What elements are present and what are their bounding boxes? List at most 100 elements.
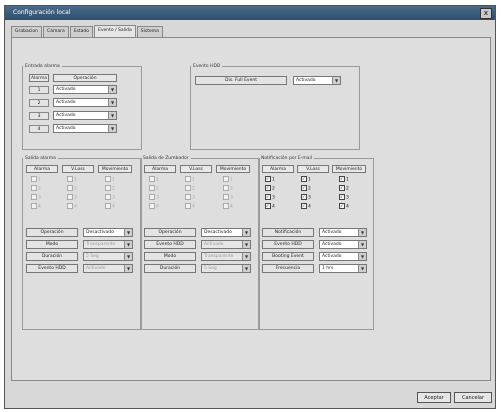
alarm-input-select[interactable]: Activado ▼ bbox=[53, 85, 117, 94]
alarm-checkbox[interactable]: 1 bbox=[31, 176, 41, 184]
checkbox-label: 3 bbox=[74, 195, 77, 201]
checkbox-icon: ✓ bbox=[301, 203, 307, 209]
alarm-checkbox[interactable]: 3 bbox=[149, 194, 159, 202]
hdd-full-event-select[interactable]: Activado ▼ bbox=[293, 76, 341, 85]
vloss-checkbox[interactable]: 2 bbox=[67, 185, 77, 193]
email-frequency-select[interactable]: 1 hrs ▼ bbox=[319, 264, 367, 273]
alarm-checkbox[interactable]: ✓ 1 bbox=[265, 176, 275, 184]
email-hdd-select[interactable]: Activado ▼ bbox=[319, 240, 367, 249]
apply-button[interactable]: Aceptar bbox=[417, 392, 451, 403]
vloss-checkbox[interactable]: ✓ 1 bbox=[301, 176, 311, 184]
alarm-output-duration-select[interactable]: 5 Seg ▼ bbox=[83, 252, 133, 261]
checkbox-label: 1 bbox=[112, 177, 115, 183]
vloss-checkbox[interactable]: 3 bbox=[67, 194, 77, 202]
motion-checkbox[interactable]: 2 bbox=[105, 185, 115, 193]
alarm-input-number: 4 bbox=[29, 125, 49, 133]
field-label: Modo bbox=[26, 240, 78, 249]
checkbox-icon: ✓ bbox=[265, 176, 271, 182]
buzzer-output-group: Salida de Zumbador Alarma V.Loss Movimie… bbox=[140, 156, 260, 330]
alarm-output-operation-select[interactable]: Desactivado ▼ bbox=[83, 228, 133, 237]
buzzer-hdd-select[interactable]: Activado ▼ bbox=[201, 240, 251, 249]
checkbox-icon bbox=[31, 194, 37, 200]
motion-checkbox[interactable]: ✓ 2 bbox=[339, 185, 349, 193]
alarm-input-select[interactable]: Activado ▼ bbox=[53, 98, 117, 107]
motion-checkbox[interactable]: 3 bbox=[105, 194, 115, 202]
vloss-checkbox[interactable]: 3 bbox=[185, 194, 195, 202]
checkbox-label: 1 bbox=[308, 177, 311, 183]
motion-checkbox[interactable]: ✓ 3 bbox=[339, 194, 349, 202]
checkbox-label: 2 bbox=[230, 186, 233, 192]
motion-checkbox[interactable]: ✓ 4 bbox=[339, 203, 349, 211]
select-value: 5 Seg bbox=[86, 254, 99, 259]
motion-checkbox[interactable]: 4 bbox=[223, 203, 233, 211]
vloss-checkbox[interactable]: ✓ 3 bbox=[301, 194, 311, 202]
alarm-input-select[interactable]: Activado ▼ bbox=[53, 124, 117, 133]
buzzer-duration-select[interactable]: 5 Seg ▼ bbox=[201, 264, 251, 273]
checkbox-label: 2 bbox=[192, 186, 195, 192]
checkbox-label: 1 bbox=[74, 177, 77, 183]
tab-estado[interactable]: Estado bbox=[69, 26, 94, 37]
checkbox-icon: ✓ bbox=[339, 194, 345, 200]
field-label: Modo bbox=[144, 252, 196, 261]
motion-checkbox[interactable]: ✓ 1 bbox=[339, 176, 349, 184]
motion-checkbox[interactable]: 2 bbox=[223, 185, 233, 193]
cancel-button[interactable]: Cancelar bbox=[454, 392, 492, 403]
checkbox-label: 3 bbox=[156, 195, 159, 201]
checkbox-label: 4 bbox=[230, 204, 233, 210]
alarm-input-select[interactable]: Activado ▼ bbox=[53, 111, 117, 120]
motion-checkbox[interactable]: 1 bbox=[223, 176, 233, 184]
alarm-checkbox[interactable]: ✓ 4 bbox=[265, 203, 275, 211]
checkbox-icon bbox=[223, 194, 229, 200]
field-label: Notificación bbox=[262, 228, 314, 237]
tab-sistema[interactable]: Sistema bbox=[136, 26, 163, 37]
select-value: Transparente bbox=[204, 254, 234, 259]
alarm-checkbox[interactable]: ✓ 2 bbox=[265, 185, 275, 193]
alarm-input-value: Activado bbox=[56, 126, 76, 131]
alarm-output-hdd-select[interactable]: Activado ▼ bbox=[83, 264, 133, 273]
select-value: Desactivado bbox=[204, 230, 232, 235]
select-value: Activado bbox=[322, 254, 342, 259]
motion-checkbox[interactable]: 1 bbox=[105, 176, 115, 184]
alarm-checkbox[interactable]: 2 bbox=[149, 185, 159, 193]
alarm-checkbox[interactable]: 4 bbox=[149, 203, 159, 211]
alarm-checkbox[interactable]: 4 bbox=[31, 203, 41, 211]
alarm-checkbox[interactable]: 3 bbox=[31, 194, 41, 202]
col-header-movimiento: Movimiento bbox=[98, 165, 132, 173]
email-notification-select[interactable]: Activado ▼ bbox=[319, 228, 367, 237]
vloss-checkbox[interactable]: ✓ 4 bbox=[301, 203, 311, 211]
checkbox-label: 4 bbox=[346, 204, 349, 210]
checkbox-icon bbox=[223, 176, 229, 182]
chevron-down-icon: ▼ bbox=[108, 112, 116, 119]
vloss-checkbox[interactable]: 2 bbox=[185, 185, 195, 193]
alarm-checkbox[interactable]: 1 bbox=[149, 176, 159, 184]
motion-checkbox[interactable]: 3 bbox=[223, 194, 233, 202]
checkbox-label: 1 bbox=[156, 177, 159, 183]
checkbox-icon bbox=[149, 185, 155, 191]
vloss-checkbox[interactable]: 4 bbox=[67, 203, 77, 211]
vloss-checkbox[interactable]: 1 bbox=[185, 176, 195, 184]
vloss-checkbox[interactable]: 4 bbox=[185, 203, 195, 211]
tab-evento-salida[interactable]: Evento / Salida bbox=[94, 25, 136, 37]
buzzer-operation-select[interactable]: Desactivado ▼ bbox=[201, 228, 251, 237]
chevron-down-icon: ▼ bbox=[124, 265, 132, 272]
alarm-checkbox[interactable]: 2 bbox=[31, 185, 41, 193]
buzzer-mode-select[interactable]: Transparente ▼ bbox=[201, 252, 251, 261]
checkbox-icon bbox=[31, 185, 37, 191]
tab-camara[interactable]: Cámara bbox=[43, 26, 69, 37]
motion-checkbox[interactable]: 4 bbox=[105, 203, 115, 211]
email-booting-select[interactable]: Activado ▼ bbox=[319, 252, 367, 261]
window-title: Configuración local bbox=[13, 9, 71, 16]
alarm-output-mode-select[interactable]: Transparente ▼ bbox=[83, 240, 133, 249]
buzzer-output-legend: Salida de Zumbador bbox=[143, 156, 189, 161]
vloss-checkbox[interactable]: ✓ 2 bbox=[301, 185, 311, 193]
vloss-checkbox[interactable]: 1 bbox=[67, 176, 77, 184]
checkbox-label: 3 bbox=[308, 195, 311, 201]
alarm-checkbox[interactable]: ✓ 3 bbox=[265, 194, 275, 202]
checkbox-label: 4 bbox=[272, 204, 275, 210]
close-button[interactable]: x bbox=[480, 8, 492, 19]
checkbox-icon bbox=[31, 203, 37, 209]
col-header-alarma: Alarma bbox=[26, 165, 58, 173]
tab-grabacion[interactable]: Grabacion bbox=[11, 26, 43, 37]
chevron-down-icon: ▼ bbox=[108, 86, 116, 93]
checkbox-label: 4 bbox=[156, 204, 159, 210]
